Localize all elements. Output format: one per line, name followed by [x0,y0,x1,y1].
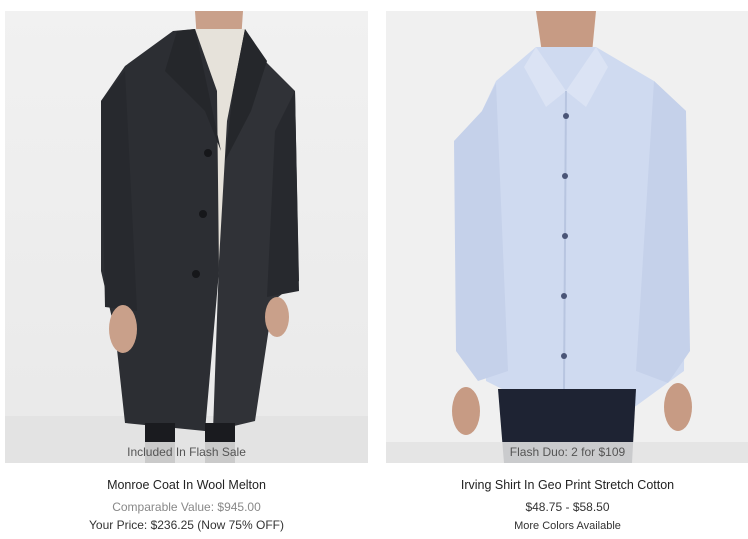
product-card-monroe-coat[interactable]: Included In Flash Sale Monroe Coat In Wo… [5,0,368,539]
product-image-shirt[interactable]: Flash Duo: 2 for $109 [386,11,748,463]
comparable-value: Comparable Value: $945.00 [112,500,261,514]
shirt-photo-icon [452,11,692,463]
more-colors-link[interactable]: More Colors Available [386,520,748,532]
product-name[interactable]: Irving Shirt In Geo Print Stretch Cotton [386,478,748,492]
product-image-coat[interactable]: Included In Flash Sale [5,11,368,463]
coat-photo-icon [5,11,368,463]
price-range: $48.75 - $58.50 [525,500,610,514]
product-name[interactable]: Monroe Coat In Wool Melton [5,478,368,492]
flash-sale-badge: Included In Flash Sale [5,442,368,463]
flash-duo-badge: Flash Duo: 2 for $109 [386,442,748,463]
product-card-irving-shirt[interactable]: Flash Duo: 2 for $109 Irving Shirt In Ge… [386,0,748,539]
your-price: Your Price: $236.25 (Now 75% OFF) [89,518,284,532]
